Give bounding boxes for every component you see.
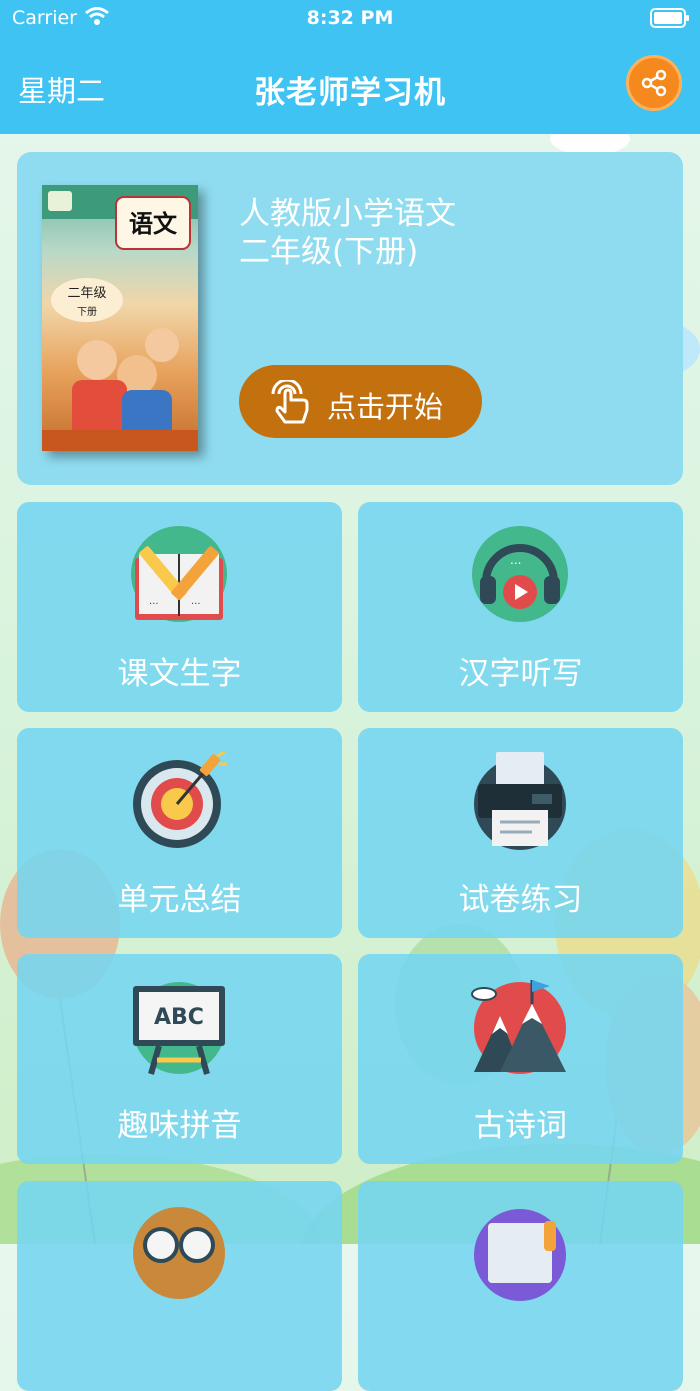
tile-lesson-characters[interactable]: ... ... 课文生字 (17, 502, 342, 712)
nav-bar: 星期二 张老师学习机 (0, 36, 700, 134)
svg-text:...: ... (510, 553, 521, 567)
book-pencil-icon: ... ... (131, 526, 227, 622)
book-cover-image: 语文 二年级 下册 (42, 185, 198, 451)
svg-text:...: ... (191, 596, 201, 607)
scroll-icon (474, 1209, 566, 1301)
svg-text:...: ... (149, 596, 159, 607)
cover-title: 语文 (129, 209, 178, 238)
book-title: 人教版小学语文 二年级(下册) (239, 195, 456, 271)
book-card: 语文 二年级 下册 人教版小学语文 二年级(下册) 点击开始 (17, 152, 683, 485)
book-title-line2: 二年级(下册) (239, 234, 419, 270)
owl-icon (133, 1207, 225, 1299)
status-time: 8:32 PM (306, 7, 394, 29)
tile-unit-summary[interactable]: 单元总结 (17, 728, 342, 938)
tile-ancient-poetry[interactable]: 古诗词 (358, 954, 683, 1164)
abc-board-icon: ABC (133, 982, 225, 1075)
start-button-label: 点击开始 (327, 390, 444, 424)
tile-fun-pinyin[interactable]: ABC 趣味拼音 (17, 954, 342, 1164)
battery-icon (650, 8, 690, 33)
cover-volume: 下册 (77, 307, 97, 318)
tile-label: 趣味拼音 (117, 1108, 242, 1144)
status-bar: Carrier 8:32 PM (0, 0, 700, 36)
tile-label: 汉字听写 (458, 656, 583, 692)
share-icon (641, 69, 667, 97)
mountain-flag-icon (471, 980, 566, 1074)
share-button[interactable] (626, 55, 682, 111)
headphones-play-icon: ... (472, 526, 568, 622)
tile-exam-practice[interactable]: 试卷练习 (358, 728, 683, 938)
tile-dictation[interactable]: ... 汉字听写 (358, 502, 683, 712)
tap-hand-icon (271, 380, 309, 424)
tile-label: 单元总结 (117, 882, 242, 918)
start-button[interactable]: 点击开始 (239, 365, 482, 438)
page-title: 张老师学习机 (254, 75, 446, 111)
tile-partial-owl[interactable] (17, 1181, 342, 1391)
cover-grade: 二年级 (67, 286, 106, 301)
tile-partial-scroll[interactable] (358, 1181, 683, 1391)
tile-label: 古诗词 (474, 1108, 567, 1144)
svg-text:ABC: ABC (154, 1005, 204, 1030)
tile-label: 课文生字 (117, 656, 242, 692)
tile-label: 试卷练习 (458, 882, 583, 918)
book-title-line1: 人教版小学语文 (239, 196, 456, 232)
printer-icon (474, 752, 566, 850)
target-pencil-icon (133, 750, 227, 848)
